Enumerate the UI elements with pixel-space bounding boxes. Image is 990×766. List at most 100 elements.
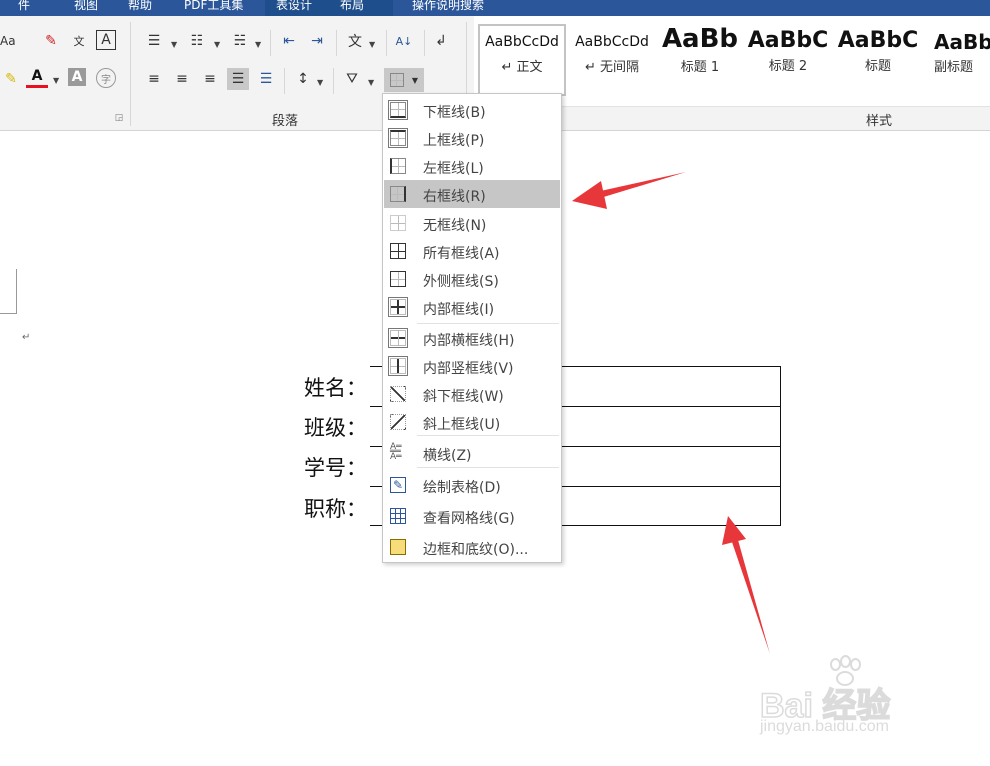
menu-separator (417, 435, 559, 436)
menu-item-view-gridlines[interactable]: 查看网格线(G) (384, 502, 560, 530)
font-dialog-launcher-icon[interactable]: ◲ (113, 112, 125, 124)
menu-item-all-borders[interactable]: 所有框线(A) (384, 237, 560, 265)
character-border-icon[interactable]: A (96, 30, 116, 50)
style-sample: AaBbC (747, 28, 829, 53)
separator (284, 68, 285, 94)
highlight-color-icon[interactable]: ✎ (0, 68, 22, 90)
justify-icon[interactable]: ☰ (227, 68, 249, 90)
menu-item-label: 边框和底纹(O)... (423, 542, 529, 558)
watermark-logo: Bai 经验 jingyan.baidu.com (759, 655, 960, 746)
increase-indent-icon[interactable]: ⇥ (306, 30, 328, 52)
menu-item-top-border[interactable]: 上框线(P) (384, 124, 560, 152)
separator (270, 30, 271, 56)
menu-item-label: 无框线(N) (423, 218, 487, 234)
menu-separator (417, 467, 559, 468)
style-normal[interactable]: AaBbCcDd ↵ 正文 (478, 24, 566, 96)
menu-item-diagonal-up[interactable]: 斜上框线(U) (384, 408, 560, 436)
menu-item-label: 所有框线(A) (423, 246, 500, 262)
paragraph-mark: ↵ (22, 332, 31, 343)
style-subtitle[interactable]: AaBb 副标题 (926, 26, 990, 94)
distributed-icon[interactable]: ☰ (255, 68, 277, 90)
style-sample: AaBb (934, 30, 990, 54)
menu-item-label: 右框线(R) (423, 189, 486, 205)
line-spacing-dropdown[interactable]: ▼ (317, 78, 323, 87)
tab-help[interactable]: 帮助 (128, 0, 152, 13)
font-color-icon[interactable]: A (26, 66, 48, 88)
menu-item-borders-shading[interactable]: 边框和底纹(O)... (384, 533, 560, 561)
menu-item-inside-horizontal[interactable]: 内部横框线(H) (384, 324, 560, 352)
menu-item-label: 外侧框线(S) (423, 274, 499, 290)
borders-shading-icon (390, 539, 406, 555)
menu-item-outside-borders[interactable]: 外侧框线(S) (384, 265, 560, 293)
asian-layout-dropdown[interactable]: ▼ (369, 40, 375, 49)
line-spacing-icon[interactable]: ↕ (292, 68, 314, 90)
align-left-icon[interactable]: ≡ (143, 68, 165, 90)
menu-item-label: 上框线(P) (423, 133, 485, 149)
show-hide-marks-icon[interactable]: ↲ (430, 30, 452, 52)
multilevel-dropdown[interactable]: ▼ (255, 40, 261, 49)
no-border-icon (390, 215, 406, 231)
menu-item-label: 斜上框线(U) (423, 417, 501, 433)
menu-item-right-border[interactable]: 右框线(R) (384, 180, 560, 208)
tab-layout[interactable]: 布局 (340, 0, 364, 13)
style-no-spacing[interactable]: AaBbCcDd ↵ 无间隔 (568, 26, 656, 94)
tab-table-design[interactable]: 表设计 (276, 0, 312, 13)
separator (333, 68, 334, 94)
style-name: 标题 (864, 59, 891, 74)
menu-item-left-border[interactable]: 左框线(L) (384, 152, 560, 180)
style-sample: AaBbCcDd (485, 34, 559, 50)
borders-icon (389, 73, 404, 87)
asian-layout-icon[interactable]: 文 (344, 30, 366, 52)
separator (336, 30, 337, 56)
change-case-button[interactable]: Aa (0, 34, 16, 48)
font-color-dropdown[interactable]: ▼ (53, 76, 59, 85)
menu-item-bottom-border[interactable]: 下框线(B) (384, 96, 560, 124)
left-border-icon (390, 158, 406, 174)
name-label: 姓名： (304, 376, 367, 400)
style-sample: AaBb (661, 24, 739, 54)
right-border-icon (390, 186, 406, 202)
style-heading-2[interactable]: AaBbC 标题 2 (746, 26, 830, 94)
sort-az-icon[interactable]: A↓ (393, 30, 415, 52)
shading-dropdown[interactable]: ▼ (368, 78, 374, 87)
multilevel-list-icon[interactable]: ☵ (229, 30, 251, 52)
margin-corner-mark (0, 269, 17, 314)
menu-item-horizontal-line[interactable]: A═ ══ A═ 横线(Z) (384, 439, 560, 467)
align-right-icon[interactable]: ≡ (199, 68, 221, 90)
menu-item-no-border[interactable]: 无框线(N) (384, 209, 560, 237)
style-title[interactable]: AaBbC 标题 (836, 26, 920, 94)
menu-item-inside-borders[interactable]: 内部框线(I) (384, 293, 560, 321)
watermark-url: jingyan.baidu.com (760, 718, 889, 735)
bullets-dropdown[interactable]: ▼ (171, 40, 177, 49)
style-name: 标题 1 (680, 60, 720, 75)
menu-item-label: 内部框线(I) (423, 302, 495, 318)
enclose-characters-icon[interactable]: 字 (96, 68, 116, 88)
menu-item-diagonal-down[interactable]: 斜下框线(W) (384, 380, 560, 408)
align-center-icon[interactable]: ≡ (171, 68, 193, 90)
character-shading-icon[interactable]: A (68, 68, 86, 86)
borders-button[interactable]: ▼ (384, 68, 424, 92)
style-heading-1[interactable]: AaBb 标题 1 (658, 24, 742, 94)
menu-item-inside-vertical[interactable]: 内部竖框线(V) (384, 352, 560, 380)
title-label: 职称： (304, 497, 367, 521)
tab-file[interactable]: 件 (18, 0, 30, 13)
bullets-icon[interactable]: ☰ (143, 30, 165, 52)
style-sample: AaBbCcDd (575, 34, 649, 50)
diagonal-down-border-icon (390, 386, 406, 402)
class-label: 班级： (304, 416, 367, 440)
borders-dropdown-caret: ▼ (411, 75, 419, 85)
numbering-icon[interactable]: ☷ (186, 30, 208, 52)
tab-view[interactable]: 视图 (74, 0, 98, 13)
decrease-indent-icon[interactable]: ⇤ (278, 30, 300, 52)
phonetic-guide-icon[interactable]: 文 (68, 30, 90, 52)
tell-me-search[interactable]: 操作说明搜索 (412, 0, 484, 13)
shading-icon[interactable]: ⛛ (341, 68, 363, 90)
inside-borders-icon (388, 297, 408, 317)
clear-formatting-icon[interactable]: ✎ (40, 30, 62, 52)
student-id-label: 学号： (304, 456, 367, 480)
numbering-dropdown[interactable]: ▼ (214, 40, 220, 49)
horizontal-line-icon: A═ ══ A═ (390, 442, 402, 462)
styles-group-label: 样式 (866, 114, 893, 129)
tab-pdf-tools[interactable]: PDF工具集 (184, 0, 243, 13)
menu-item-draw-table[interactable]: ✎ 绘制表格(D) (384, 471, 560, 499)
